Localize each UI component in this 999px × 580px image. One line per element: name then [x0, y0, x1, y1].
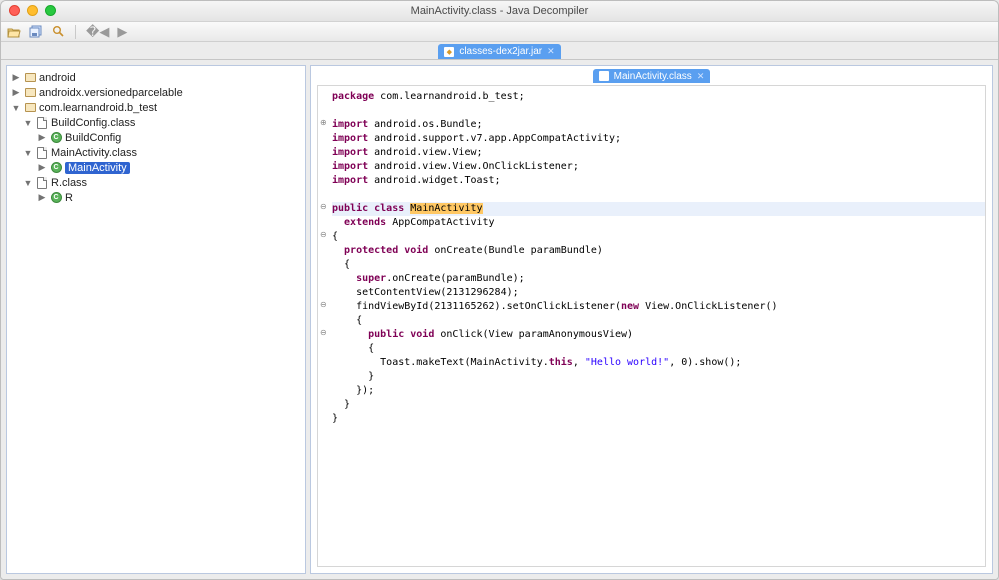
tree-node-androidx[interactable]: ▶ androidx.versionedparcelable — [7, 85, 305, 100]
expand-icon[interactable]: ▶ — [37, 192, 47, 203]
jar-tab-row: ◆ classes-dex2jar.jar ✕ — [1, 42, 998, 60]
app-window: MainActivity.class - Java Decompiler �◀ … — [0, 0, 999, 580]
package-icon — [23, 72, 37, 84]
save-all-icon[interactable] — [29, 25, 43, 39]
fold-marker-icon[interactable]: ⊖ — [320, 328, 327, 337]
jar-tab-close-icon[interactable]: ✕ — [547, 46, 555, 57]
zoom-window-button[interactable] — [45, 5, 56, 16]
tree-node-buildconfig-class[interactable]: ▼ BuildConfig.class — [7, 115, 305, 130]
collapse-icon[interactable]: ▼ — [23, 118, 33, 128]
tree-node-r-class[interactable]: ▼ R.class — [7, 175, 305, 190]
classfile-icon — [599, 71, 609, 81]
tree-label: R.class — [51, 177, 87, 189]
source-code[interactable]: package com.learnandroid.b_test; import … — [318, 86, 985, 430]
file-tab-label: MainActivity.class — [614, 71, 692, 82]
tree-label: com.learnandroid.b_test — [39, 102, 157, 114]
main-body: ◆ classes-dex2jar.jar ✕ ▶ android — [1, 42, 998, 579]
tree-node-android[interactable]: ▶ android — [7, 70, 305, 85]
nav-forward-button[interactable]: ▶ — [117, 25, 127, 38]
jar-tab[interactable]: ◆ classes-dex2jar.jar ✕ — [438, 44, 560, 59]
fold-marker-icon[interactable]: ⊕ — [320, 118, 327, 127]
tree-label: BuildConfig.class — [51, 117, 135, 129]
open-file-icon[interactable] — [7, 25, 21, 39]
tree-node-mainactivity-class[interactable]: ▼ MainActivity.class — [7, 145, 305, 160]
expand-icon[interactable]: ▶ — [37, 132, 47, 143]
expand-icon[interactable]: ▶ — [11, 72, 21, 83]
split-pane: ▶ android ▶ androidx.versionedparcelable — [1, 60, 998, 579]
package-icon — [23, 87, 37, 99]
file-tab[interactable]: MainActivity.class ✕ — [593, 69, 711, 83]
editor-panel: MainActivity.class ✕ ⊕ ⊖ ⊖ ⊖ ⊖ package c… — [310, 65, 993, 574]
package-tree-panel[interactable]: ▶ android ▶ androidx.versionedparcelable — [6, 65, 306, 574]
tree-node-mainpkg[interactable]: ▼ com.learnandroid.b_test — [7, 100, 305, 115]
tree-label: android — [39, 72, 76, 84]
tree-node-r[interactable]: ▶ C R — [7, 190, 305, 205]
tree-label: BuildConfig — [65, 132, 121, 144]
collapse-icon[interactable]: ▼ — [23, 178, 33, 188]
file-tab-row: MainActivity.class ✕ — [311, 67, 992, 83]
fold-marker-icon[interactable]: ⊖ — [320, 202, 327, 211]
code-scroll-area[interactable]: ⊕ ⊖ ⊖ ⊖ ⊖ package com.learnandroid.b_tes… — [317, 85, 986, 567]
close-window-button[interactable] — [9, 5, 20, 16]
jar-icon: ◆ — [444, 47, 454, 57]
search-icon[interactable] — [51, 25, 65, 39]
class-declaration-line: public class MainActivity — [332, 202, 986, 216]
toolbar-separator — [75, 25, 76, 39]
tree-node-mainactivity[interactable]: ▶ C MainActivity — [7, 160, 305, 175]
class-icon: C — [49, 162, 63, 174]
classfile-icon — [35, 147, 49, 159]
toolbar: �◀ ▶ — [1, 22, 998, 42]
tree-node-buildconfig[interactable]: ▶ C BuildConfig — [7, 130, 305, 145]
fold-marker-icon[interactable]: ⊖ — [320, 230, 327, 239]
minimize-window-button[interactable] — [27, 5, 38, 16]
title-bar: MainActivity.class - Java Decompiler — [1, 1, 998, 22]
window-controls — [9, 5, 56, 16]
fold-marker-icon[interactable]: ⊖ — [320, 300, 327, 309]
collapse-icon[interactable]: ▼ — [11, 103, 21, 113]
package-icon — [23, 102, 37, 114]
expand-icon[interactable]: ▶ — [37, 162, 47, 173]
package-tree: ▶ android ▶ androidx.versionedparcelable — [7, 70, 305, 205]
window-title: MainActivity.class - Java Decompiler — [1, 5, 998, 17]
class-icon: C — [49, 132, 63, 144]
jar-tab-label: classes-dex2jar.jar — [459, 46, 542, 57]
tree-label: MainActivity.class — [51, 147, 137, 159]
collapse-icon[interactable]: ▼ — [23, 148, 33, 158]
classfile-icon — [35, 177, 49, 189]
file-tab-close-icon[interactable]: ✕ — [697, 71, 705, 82]
class-icon: C — [49, 192, 63, 204]
classfile-icon — [35, 117, 49, 129]
fold-gutter: ⊕ ⊖ ⊖ ⊖ ⊖ — [318, 86, 330, 566]
nav-back-button[interactable]: �◀ — [86, 25, 109, 38]
tree-label-selected: MainActivity — [65, 162, 130, 174]
expand-icon[interactable]: ▶ — [11, 87, 21, 98]
tree-label: androidx.versionedparcelable — [39, 87, 183, 99]
highlighted-class-name: MainActivity — [410, 203, 482, 214]
tree-label: R — [65, 192, 73, 204]
